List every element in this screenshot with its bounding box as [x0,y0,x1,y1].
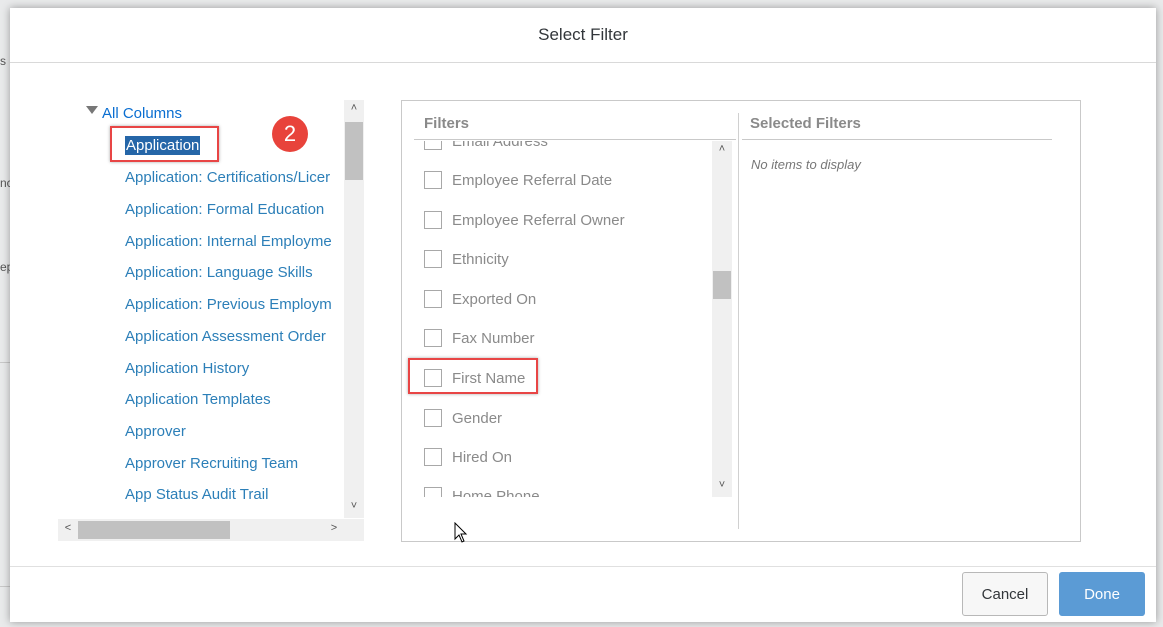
tree-item[interactable]: Application: Internal Employme [125,233,332,250]
filter-panel: Filters Selected Filters Email Address E… [401,100,1081,542]
scroll-left-icon[interactable]: < [58,522,78,534]
background-text-fragment: s [0,54,6,68]
filter-item[interactable]: Gender [424,407,502,429]
tree-item[interactable]: Application Assessment Order [125,328,326,345]
filter-item[interactable]: Employee Referral Date [424,169,612,191]
filters-header: Filters [424,115,470,132]
no-items-text: No items to display [751,157,861,172]
filter-checkbox[interactable] [424,487,442,497]
scroll-thumb[interactable] [713,271,731,299]
tree-item[interactable]: Approver Recruiting Team [125,455,298,472]
header-divider [414,139,736,140]
tree-item[interactable]: Application: Formal Education [125,201,324,218]
cancel-button[interactable]: Cancel [962,572,1048,616]
tree-item[interactable]: Application: Certifications/Licer [125,169,330,186]
filter-item[interactable]: Home Phone [424,485,540,497]
filter-list: Email Address Employee Referral Date Emp… [414,141,734,497]
highlight-box [110,126,219,162]
scroll-right-icon[interactable]: > [324,522,344,534]
filter-item[interactable]: Hired On [424,446,512,468]
filter-checkbox[interactable] [424,211,442,229]
filter-checkbox[interactable] [424,141,442,150]
filter-checkbox[interactable] [424,290,442,308]
select-filter-dialog: Select Filter All Columns Application Ap… [10,8,1156,622]
header-divider [742,139,1052,140]
scroll-thumb[interactable] [78,521,230,539]
tree-viewport: All Columns Application Application: Cer… [58,100,343,518]
column-tree: All Columns Application Application: Cer… [58,100,364,541]
dialog-header: Select Filter [10,8,1156,63]
tree-root-label: All Columns [102,105,183,122]
scroll-thumb[interactable] [345,122,363,180]
scroll-up-icon[interactable]: ˄ [344,102,364,114]
scroll-down-icon[interactable]: ˅ [344,500,364,512]
filter-item[interactable]: Ethnicity [424,248,509,270]
tree-horizontal-scrollbar[interactable]: < > [58,519,364,541]
highlight-box [408,358,538,394]
tree-item[interactable]: Application: Previous Employm [125,296,332,313]
tree-item[interactable]: Application History [125,360,249,377]
scroll-up-icon[interactable]: ˄ [712,143,732,155]
tree-item[interactable]: Application Templates [125,391,271,408]
filter-checkbox[interactable] [424,409,442,427]
filter-checkbox[interactable] [424,329,442,347]
dialog-title: Select Filter [538,25,628,44]
filter-checkbox[interactable] [424,171,442,189]
selected-filters-header: Selected Filters [750,115,861,132]
filter-item[interactable]: Fax Number [424,327,535,349]
tree-item[interactable]: Approver [125,423,186,440]
scroll-down-icon[interactable]: ˅ [712,479,732,491]
filter-item[interactable]: Exported On [424,288,536,310]
collapse-arrow-icon[interactable] [86,105,98,114]
tree-root-all-columns[interactable]: All Columns [86,105,182,122]
filter-checkbox[interactable] [424,250,442,268]
filter-item[interactable]: Email Address [424,141,548,152]
mouse-cursor-icon [454,522,468,543]
tree-item[interactable]: App Status Audit Trail [125,486,268,503]
step-badge: 2 [272,116,308,152]
done-button[interactable]: Done [1059,572,1145,616]
filter-list-scrollbar[interactable]: ˄ ˅ [712,141,732,497]
tree-item[interactable]: Application: Language Skills [125,264,313,281]
tree-vertical-scrollbar[interactable]: ˄ ˅ [344,100,364,518]
filter-checkbox[interactable] [424,448,442,466]
filter-item[interactable]: Employee Referral Owner [424,209,625,231]
column-divider [738,113,739,529]
